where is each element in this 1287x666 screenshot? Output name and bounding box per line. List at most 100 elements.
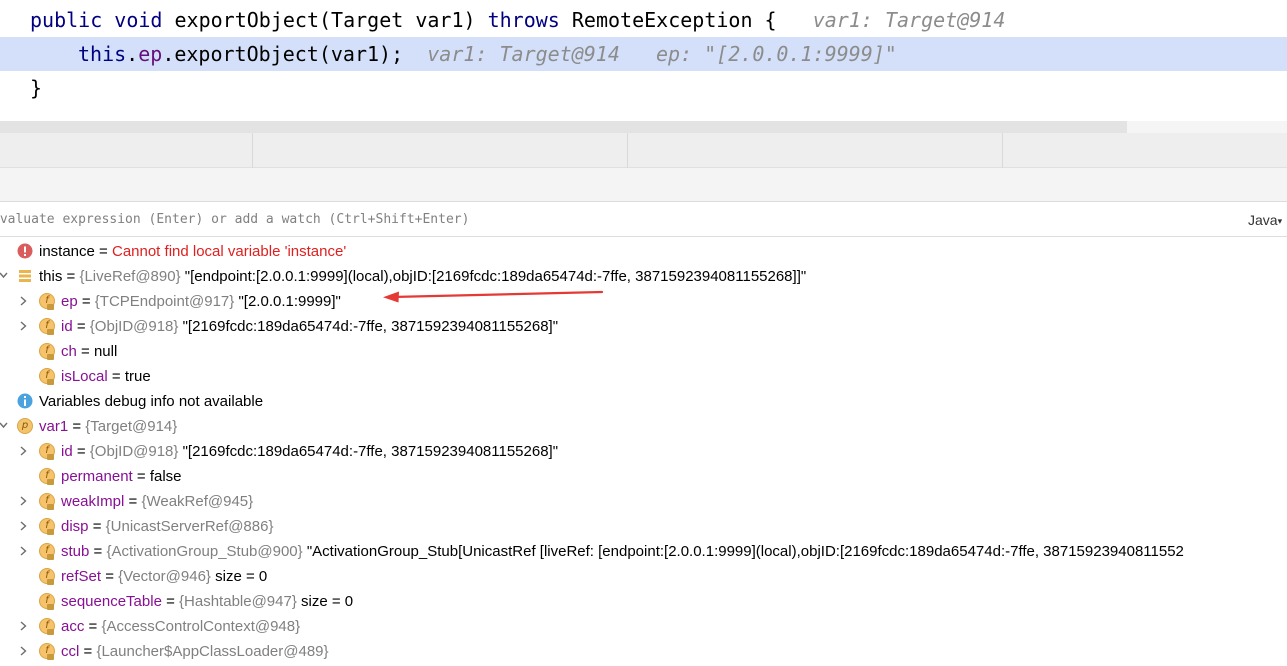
param-icon: p (17, 418, 33, 434)
language-label: Java (1248, 212, 1278, 228)
variable-name: id (61, 443, 73, 460)
type-reference: {Target@914} (85, 418, 178, 435)
annotation-arrow (383, 290, 604, 303)
variable-row-sequencetable[interactable]: f sequenceTable = {Hashtable@947} size =… (0, 589, 1287, 614)
inline-debug-hint: var1: Target@914 (812, 8, 1006, 32)
lock-icon (47, 329, 54, 335)
lock-icon (47, 379, 54, 385)
code-line-closing-brace[interactable]: } (0, 71, 1287, 105)
variable-value: false (149, 468, 182, 485)
inline-debug-hint-ep: ep: "[2.0.0.1:9999]" (656, 42, 897, 66)
method-call: .exportObject(var1); (162, 42, 404, 66)
variable-row-ep[interactable]: f ep = {TCPEndpoint@917} "[2.0.0.1:9999]… (0, 289, 1287, 314)
chevron-right-icon[interactable] (17, 539, 29, 564)
variable-row-refset[interactable]: f refSet = {Vector@946} size = 0 (0, 564, 1287, 589)
type-reference: {LiveRef@890} (79, 268, 181, 285)
variable-name: var1 (39, 418, 69, 435)
lock-icon (47, 479, 54, 485)
variable-value: size = 0 (215, 568, 268, 585)
variable-name: refSet (61, 568, 102, 585)
exception-type: RemoteException { (571, 8, 777, 32)
variable-value: "[2169fcdc:189da65474d:-7ffe, 3871592394… (182, 443, 559, 460)
lock-icon (47, 354, 54, 360)
chevron-right-icon[interactable] (17, 439, 29, 464)
keyword-public: public (30, 8, 103, 32)
type-reference: {Hashtable@947} (179, 593, 297, 610)
variable-row-ch[interactable]: f ch = null (0, 339, 1287, 364)
variable-name: permanent (61, 468, 133, 485)
tab-divider (627, 133, 628, 168)
chevron-right-icon[interactable] (17, 314, 29, 339)
keyword-void: void (114, 8, 163, 32)
lock-icon (47, 454, 54, 460)
variable-name: sequenceTable (61, 593, 162, 610)
variable-name: id (61, 318, 73, 335)
variable-value: size = 0 (301, 593, 354, 610)
variable-name: ep (61, 293, 78, 310)
code-line-current-execution[interactable]: this.ep.exportObject(var1); var1: Target… (0, 37, 1287, 71)
lock-icon (47, 554, 54, 560)
variable-row-disp[interactable]: f disp = {UnicastServerRef@886} (0, 514, 1287, 539)
variable-name: ch (61, 343, 77, 360)
tab-divider (252, 133, 253, 168)
variables-tree[interactable]: instance = Cannot find local variable 'i… (0, 239, 1287, 666)
debugger-tab-strip (0, 133, 1287, 168)
chevron-right-icon[interactable] (17, 639, 29, 664)
chevron-right-icon[interactable] (17, 514, 29, 539)
chevron-right-icon[interactable] (17, 289, 29, 314)
chevron-down-icon[interactable] (0, 414, 9, 439)
variable-value: true (124, 368, 151, 385)
type-reference: {TCPEndpoint@917} (94, 293, 235, 310)
variable-name: weakImpl (61, 493, 125, 510)
variable-name: instance (39, 243, 95, 260)
variable-row-permanent[interactable]: f permanent = false (0, 464, 1287, 489)
language-dropdown[interactable]: Java▾ (1248, 212, 1282, 228)
type-reference: {Vector@946} (118, 568, 211, 585)
variable-name: this (39, 268, 63, 285)
variable-value: null (93, 343, 118, 360)
error-icon (17, 243, 33, 259)
variable-row-var1[interactable]: p var1 = {Target@914} (0, 414, 1287, 439)
variable-row-weakimpl[interactable]: f weakImpl = {WeakRef@945} (0, 489, 1287, 514)
info-row: Variables debug info not available (0, 389, 1287, 414)
variable-value: "ActivationGroup_Stub[UnicastRef [liveRe… (306, 543, 1184, 560)
object-icon (19, 270, 31, 282)
editor-horizontal-scrollbar[interactable] (0, 121, 1287, 133)
scrollbar-thumb[interactable] (0, 121, 1127, 133)
variable-row-id[interactable]: f id = {ObjID@918} "[2169fcdc:189da65474… (0, 439, 1287, 464)
lock-icon (47, 529, 54, 535)
dot: . (126, 42, 139, 66)
variable-row-instance[interactable]: instance = Cannot find local variable 'i… (0, 239, 1287, 264)
method-signature: exportObject(Target var1) (174, 8, 476, 32)
variable-row-this[interactable]: this = {LiveRef@890} "[endpoint:[2.0.0.1… (0, 264, 1287, 289)
chevron-down-icon[interactable] (0, 264, 9, 289)
tab-divider (1002, 133, 1003, 168)
type-reference: {UnicastServerRef@886} (105, 518, 274, 535)
lock-icon (47, 604, 54, 610)
type-reference: {ActivationGroup_Stub@900} (106, 543, 303, 560)
info-message: Variables debug info not available (39, 393, 264, 410)
code-line-method-signature[interactable]: public void exportObject(Target var1) th… (0, 3, 1287, 37)
variable-row-islocal[interactable]: f isLocal = true (0, 364, 1287, 389)
lock-icon (47, 579, 54, 585)
type-reference: {Launcher$AppClassLoader@489} (96, 643, 329, 660)
chevron-right-icon[interactable] (17, 489, 29, 514)
variable-row-stub[interactable]: f stub = {ActivationGroup_Stub@900} "Act… (0, 539, 1287, 564)
chevron-right-icon[interactable] (17, 614, 29, 639)
variable-row-id[interactable]: f id = {ObjID@918} "[2169fcdc:189da65474… (0, 314, 1287, 339)
keyword-throws: throws (487, 8, 560, 32)
type-reference: {AccessControlContext@948} (101, 618, 301, 635)
variable-name: isLocal (61, 368, 108, 385)
variable-row-acc[interactable]: f acc = {AccessControlContext@948} (0, 614, 1287, 639)
variable-row-ccl[interactable]: f ccl = {Launcher$AppClassLoader@489} (0, 639, 1287, 664)
code-editor[interactable]: public void exportObject(Target var1) th… (0, 0, 1287, 121)
variable-name: stub (61, 543, 90, 560)
variable-name: disp (61, 518, 89, 535)
error-message: Cannot find local variable 'instance' (111, 243, 347, 260)
lock-icon (47, 629, 54, 635)
type-reference: {ObjID@918} (89, 443, 179, 460)
variable-name: ccl (61, 643, 80, 660)
inline-debug-hint-var1: var1: Target@914 (427, 42, 620, 66)
evaluate-expression-input[interactable] (0, 203, 1222, 236)
lock-icon (47, 654, 54, 660)
